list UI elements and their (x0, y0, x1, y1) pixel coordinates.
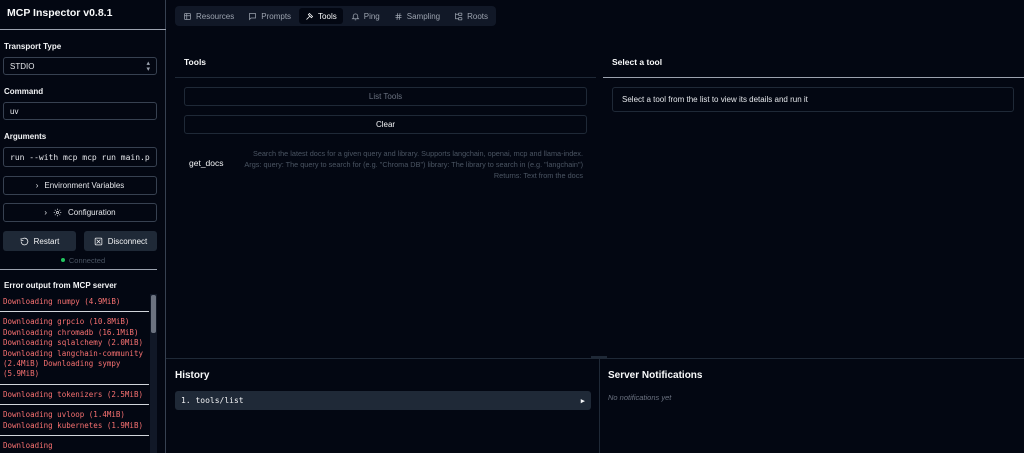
folder-tree-icon (455, 12, 463, 20)
detail-header-divider (603, 77, 1024, 78)
history-item-label: 1. tools/list (181, 396, 244, 405)
configuration-label: Configuration (68, 208, 116, 217)
clear-button[interactable]: Clear (184, 115, 587, 134)
log-entry: Downloading tokenizers (2.5MiB) (0, 389, 149, 406)
resize-handle[interactable] (591, 356, 607, 358)
restart-label: Restart (33, 236, 60, 246)
no-notifications-text: No notifications yet (608, 393, 672, 402)
chevron-right-icon: › (44, 208, 48, 217)
status-dot (60, 258, 65, 262)
error-log[interactable]: Downloading numpy (4.9MiB) Downloading g… (0, 296, 149, 453)
restart-button[interactable]: Restart (3, 231, 76, 251)
hammer-icon (306, 12, 314, 20)
bottom-vertical-divider (599, 359, 600, 453)
arguments-label: Arguments (4, 132, 47, 141)
log-entry: Downloading (3, 441, 53, 451)
tab-roots[interactable]: Roots (448, 8, 494, 24)
tool-name: get_docs (189, 158, 224, 168)
log-scrollbar-thumb[interactable] (151, 295, 156, 333)
transport-type-select[interactable]: STDIO ▴ ▾ (3, 57, 157, 75)
tab-label: Prompts (261, 11, 292, 21)
files-icon (184, 12, 191, 20)
server-notifications-title: Server Notifications (608, 370, 703, 381)
tools-title: Tools (184, 57, 207, 67)
status-divider (0, 269, 157, 270)
chevron-up-down-icon: ▴ ▾ (146, 60, 150, 73)
rotate-icon (20, 237, 28, 245)
tab-ping[interactable]: Ping (345, 8, 386, 24)
hash-icon (395, 12, 402, 20)
sidebar: MCP Inspector v0.8.1 Transport Type STDI… (0, 0, 166, 453)
log-entry: Downloading uvloop (1.4MiB) Downloading … (0, 409, 149, 437)
transport-type-value: STDIO (10, 61, 35, 71)
tab-label: Roots (467, 11, 489, 21)
detail-placeholder: Select a tool from the list to view its … (612, 87, 1014, 112)
message-icon (249, 12, 257, 20)
environment-variables-label: Environment Variables (44, 181, 125, 190)
history-title: History (175, 370, 210, 381)
log-entry: Downloading grpcio (10.8MiB) Downloading… (0, 316, 149, 385)
connection-status: Connected (0, 256, 166, 265)
app-title: MCP Inspector v0.8.1 (7, 7, 113, 19)
detail-title: Select a tool (612, 57, 663, 67)
log-entry: Downloading numpy (4.9MiB) (0, 296, 149, 313)
tab-prompts[interactable]: Prompts (242, 8, 297, 24)
error-output-title: Error output from MCP server (4, 281, 117, 290)
title-divider (0, 29, 166, 30)
tab-tools[interactable]: Tools (299, 8, 343, 24)
tab-resources[interactable]: Resources (177, 8, 240, 24)
history-item[interactable]: 1. tools/list ▶ (175, 391, 591, 410)
tab-label: Resources (196, 11, 235, 21)
tab-label: Tools (318, 11, 337, 21)
tab-label: Ping (363, 11, 380, 21)
arguments-input[interactable] (10, 152, 150, 162)
configuration-button[interactable]: › Configuration (3, 203, 157, 222)
bottom-divider (166, 358, 1024, 359)
command-input[interactable] (10, 106, 150, 116)
command-field[interactable] (3, 102, 157, 120)
chevron-right-icon: › (35, 181, 39, 190)
disconnect-label: Disconnect (107, 236, 148, 246)
status-text: Connected (68, 256, 106, 265)
tab-bar: Resources Prompts Tools Ping Sampling Ro… (175, 6, 497, 26)
tools-header-divider (175, 77, 596, 78)
unplug-icon (94, 237, 102, 245)
tool-list-item[interactable]: get_docs Search the latest docs for a gi… (184, 146, 587, 184)
disconnect-button[interactable]: Disconnect (84, 231, 157, 251)
tool-description: Search the latest docs for a given query… (244, 149, 583, 180)
play-icon: ▶ (580, 396, 585, 405)
environment-variables-button[interactable]: › Environment Variables (3, 176, 157, 195)
transport-type-label: Transport Type (4, 42, 62, 51)
gear-icon (53, 208, 62, 217)
list-tools-button[interactable]: List Tools (184, 87, 587, 106)
command-label: Command (4, 87, 44, 96)
tab-sampling[interactable]: Sampling (388, 8, 446, 24)
arguments-field[interactable] (3, 147, 157, 167)
tab-label: Sampling (406, 11, 441, 21)
bell-icon (351, 13, 360, 20)
